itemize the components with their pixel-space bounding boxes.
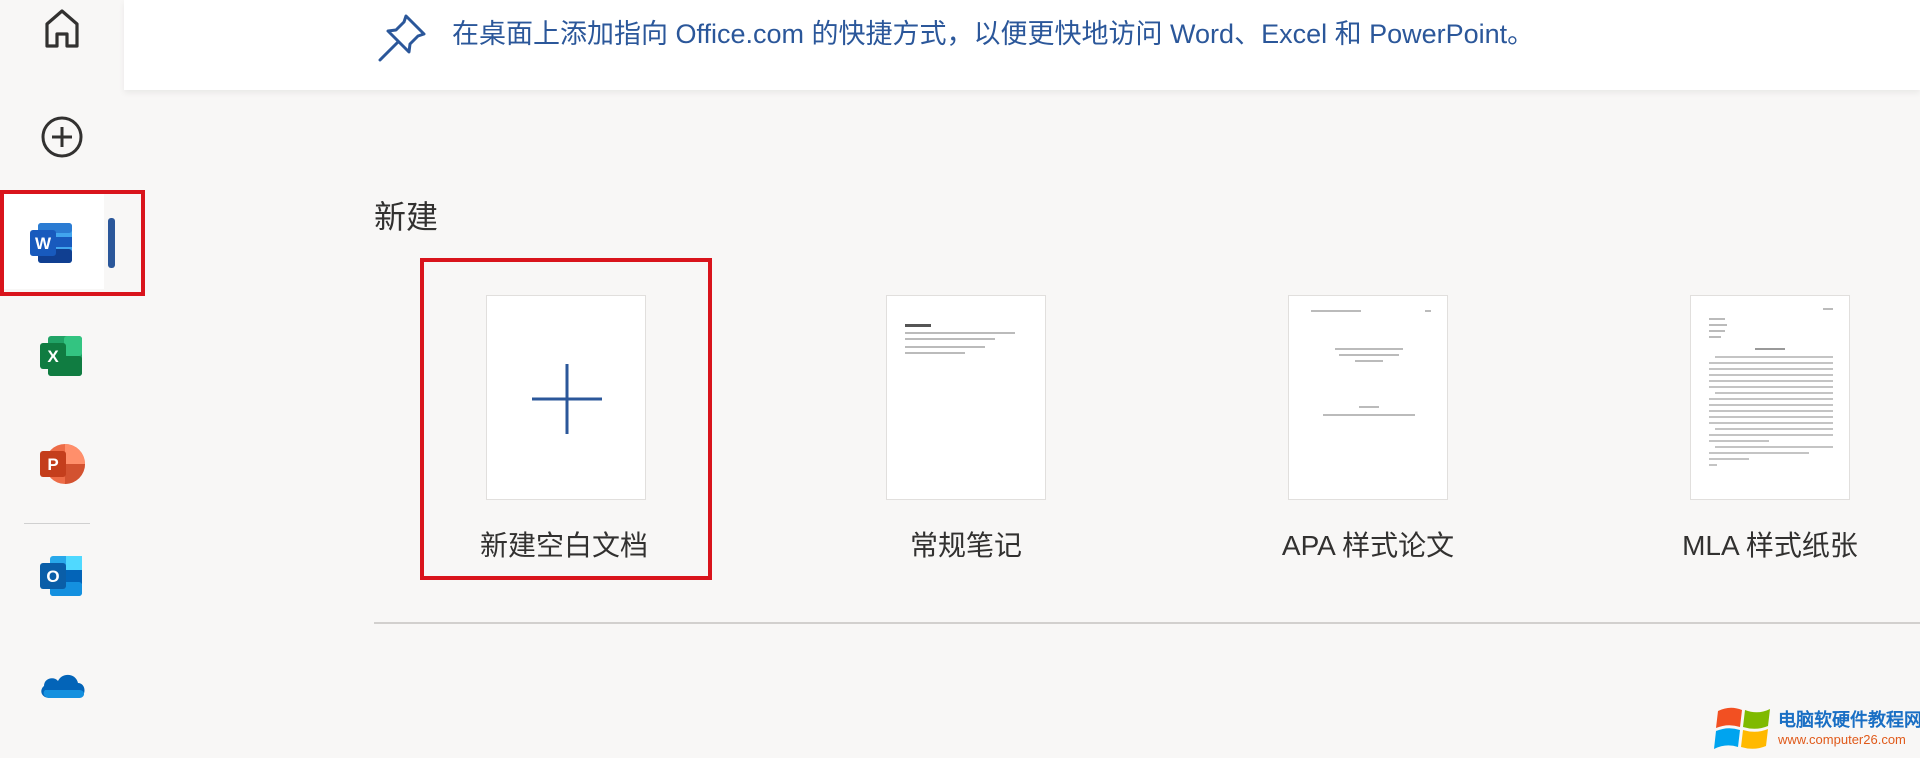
powerpoint-button[interactable]: P (0, 420, 124, 508)
banner-text[interactable]: 在桌面上添加指向 Office.com 的快捷方式，以便更快地访问 Word、E… (452, 12, 1534, 51)
excel-button[interactable]: X (0, 312, 124, 400)
template-label[interactable]: 新建空白文档 (414, 524, 714, 564)
template-thumbnail (1709, 308, 1833, 466)
outlook-icon: O (40, 556, 82, 596)
rail-divider (24, 523, 90, 524)
section-divider (374, 622, 1920, 624)
app-rail: W X P O (0, 0, 124, 758)
template-general-notes[interactable] (886, 295, 1046, 500)
plus-icon (532, 364, 602, 434)
word-button[interactable]: W (0, 199, 104, 287)
onedrive-button[interactable] (0, 642, 124, 730)
windows-logo-icon (1714, 707, 1770, 749)
template-label[interactable]: APA 样式论文 (1218, 524, 1518, 564)
plus-circle-icon (41, 116, 83, 158)
site-watermark: 电脑软硬件教程网 www.computer26.com (1712, 700, 1920, 758)
svg-text:O: O (46, 567, 59, 586)
excel-icon: X (40, 336, 82, 376)
create-button[interactable] (0, 93, 124, 181)
watermark-site-name: 电脑软硬件教程网 (1778, 710, 1920, 730)
outlook-button[interactable]: O (0, 532, 124, 620)
template-mla-paper[interactable] (1690, 295, 1850, 500)
template-thumbnail (1311, 310, 1431, 416)
word-icon: W (30, 223, 72, 263)
powerpoint-icon: P (40, 444, 85, 484)
watermark-url: www.computer26.com (1778, 732, 1906, 747)
home-icon (45, 9, 79, 48)
svg-text:W: W (35, 234, 52, 253)
template-thumbnail (905, 324, 1015, 354)
onedrive-icon (41, 674, 85, 698)
svg-text:P: P (47, 455, 58, 474)
desktop-shortcut-banner[interactable]: 在桌面上添加指向 Office.com 的快捷方式，以便更快地访问 Word、E… (124, 0, 1920, 90)
svg-text:X: X (47, 347, 59, 366)
home-button[interactable] (0, 0, 124, 72)
template-blank-document[interactable] (486, 295, 646, 500)
section-title: 新建 (374, 199, 439, 235)
template-label[interactable]: MLA 样式纸张 (1620, 524, 1920, 564)
pin-icon (378, 14, 426, 62)
template-apa-paper[interactable] (1288, 295, 1448, 500)
template-label[interactable]: 常规笔记 (816, 524, 1116, 564)
active-app-indicator (108, 218, 115, 268)
